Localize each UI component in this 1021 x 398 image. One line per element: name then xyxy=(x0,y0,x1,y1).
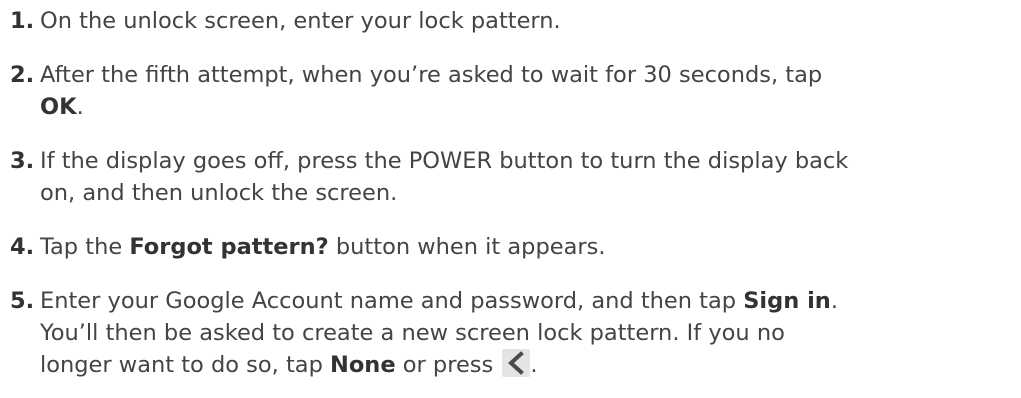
step-2: 2. After the fifth attempt, when you’re … xyxy=(0,59,1021,123)
step-number: 2. xyxy=(10,62,35,88)
forgot-pattern-label: Forgot pattern? xyxy=(129,234,329,260)
step-4-text-after: button when it appears. xyxy=(335,234,606,260)
step-text: Tap the Forgot pattern? button when it a… xyxy=(40,231,1021,263)
step-text: If the display goes off, press the POWER… xyxy=(40,145,1021,209)
step-5-line-1-before: Enter your Google Account name and passw… xyxy=(40,288,737,314)
step-number: 5. xyxy=(10,288,35,314)
back-arrow-icon xyxy=(502,349,531,377)
step-4-text-before: Tap the xyxy=(40,234,123,260)
step-number: 3. xyxy=(10,148,35,174)
step-number: 4. xyxy=(10,234,35,260)
step-2-text-after: . xyxy=(76,94,84,120)
step-5: 5. Enter your Google Account name and pa… xyxy=(0,285,1021,381)
step-5-line-3-before: longer want to do so, tap xyxy=(40,352,323,378)
step-text: Enter your Google Account name and passw… xyxy=(40,285,1021,381)
step-3-line-2: on, and then unlock the screen. xyxy=(40,180,398,206)
step-2-text-before: After the fifth attempt, when you’re ask… xyxy=(40,62,823,88)
step-3: 3. If the display goes off, press the PO… xyxy=(0,145,1021,209)
step-5-line-3-after: . xyxy=(530,352,538,378)
step-3-line-1: If the display goes off, press the POWER… xyxy=(40,148,849,174)
step-1-text: On the unlock screen, enter your lock pa… xyxy=(40,8,561,34)
step-5-line-3-mid: or press xyxy=(402,352,494,378)
step-5-line-2: You’ll then be asked to create a new scr… xyxy=(40,320,785,346)
step-5-line-1-after: . xyxy=(830,288,838,314)
step-number: 1. xyxy=(10,8,35,34)
step-4: 4. Tap the Forgot pattern? button when i… xyxy=(0,231,1021,263)
step-1: 1. On the unlock screen, enter your lock… xyxy=(0,5,1021,37)
ok-label: OK xyxy=(40,94,77,120)
sign-in-label: Sign in xyxy=(743,288,831,314)
step-text: On the unlock screen, enter your lock pa… xyxy=(40,5,1021,37)
step-text: After the fifth attempt, when you’re ask… xyxy=(40,59,1021,123)
none-label: None xyxy=(330,352,396,378)
